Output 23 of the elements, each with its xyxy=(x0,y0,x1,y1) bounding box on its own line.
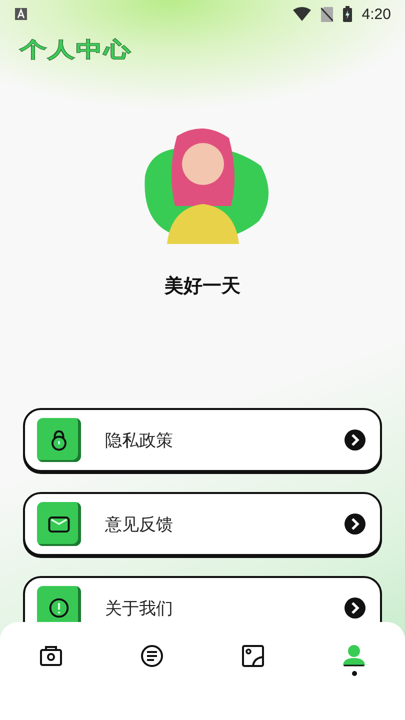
menu-item[interactable]: 隐私政策 xyxy=(23,408,382,472)
page-title: 个人中心 xyxy=(20,37,132,64)
menu-item[interactable]: 关于我们 xyxy=(23,576,382,622)
notification-icon xyxy=(15,8,27,20)
chevron-icon xyxy=(344,513,366,535)
camera-icon xyxy=(38,644,63,668)
info-icon xyxy=(37,586,81,622)
mail-icon xyxy=(37,502,81,546)
menu-label: 关于我们 xyxy=(105,598,174,620)
no-sim-icon xyxy=(320,6,333,22)
wifi-icon xyxy=(292,7,311,21)
clock-time: 4:20 xyxy=(362,6,391,22)
menu-label: 隐私政策 xyxy=(105,430,174,452)
person-icon xyxy=(342,644,366,668)
menu-label: 意见反馈 xyxy=(105,514,174,536)
list-icon xyxy=(140,644,164,668)
battery-icon xyxy=(342,6,352,22)
picture-icon xyxy=(241,644,266,668)
user-name: 美好一天 xyxy=(164,274,240,299)
menu-item[interactable]: 意见反馈 xyxy=(23,492,382,556)
chevron-icon xyxy=(344,597,366,619)
lock-icon xyxy=(37,418,81,462)
chevron-icon xyxy=(344,429,366,451)
